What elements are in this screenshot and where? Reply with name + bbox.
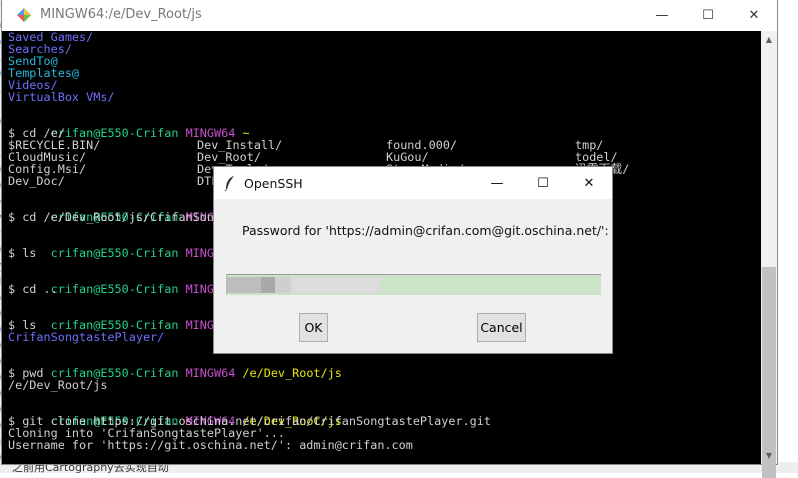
terminal-title: MINGW64:/e/Dev_Root/js bbox=[40, 7, 202, 22]
feather-icon bbox=[224, 176, 234, 191]
obscured-input bbox=[227, 277, 261, 293]
prompt-path: /e/Dev_Root/js bbox=[242, 366, 342, 380]
dialog-maximize-button[interactable]: ☐ bbox=[520, 167, 566, 199]
terminal-title-bar[interactable]: MINGW64:/e/Dev_Root/js — ☐ ✕ bbox=[2, 0, 777, 31]
shell-prompt: crifan@E550-Crifan MINGW64 /e/Dev_Root/j… bbox=[8, 355, 342, 379]
listing-cell: Dev_Doc/ bbox=[8, 174, 65, 188]
password-field[interactable] bbox=[226, 274, 601, 295]
pwd-output: /e/Dev_Root/js bbox=[8, 378, 108, 392]
dialog-close-button[interactable]: ✕ bbox=[566, 167, 612, 199]
minimize-icon: — bbox=[490, 175, 504, 191]
obscured-input bbox=[261, 277, 275, 293]
command-line: $ cd .. bbox=[8, 282, 58, 296]
triangle-up-icon: ▲ bbox=[765, 35, 773, 44]
cancel-button[interactable]: Cancel bbox=[477, 313, 526, 342]
maximize-icon: ☐ bbox=[702, 8, 714, 23]
prompt-user: crifan@E550-Crifan bbox=[50, 282, 179, 296]
terminal-minimize-button[interactable]: — bbox=[639, 0, 685, 31]
dialog-minimize-button[interactable]: — bbox=[474, 167, 520, 199]
prompt-user: crifan@E550-Crifan bbox=[50, 246, 179, 260]
minimize-icon: — bbox=[655, 8, 669, 23]
dir-entry: VirtualBox VMs/ bbox=[8, 90, 115, 104]
terminal-close-button[interactable]: ✕ bbox=[731, 0, 777, 31]
openssh-dialog: OpenSSH — ☐ ✕ Password for 'https://admi… bbox=[214, 167, 612, 353]
prompt-shell: MINGW64 bbox=[185, 366, 236, 380]
scroll-down-button[interactable]: ▼ bbox=[761, 447, 777, 464]
maximize-icon: ☐ bbox=[537, 175, 549, 191]
terminal-maximize-button[interactable]: ☐ bbox=[685, 0, 731, 31]
obscured-input bbox=[291, 277, 381, 293]
terminal-scrollbar[interactable]: ▲ ▼ bbox=[761, 31, 777, 478]
close-icon: ✕ bbox=[748, 8, 760, 23]
dialog-title: OpenSSH bbox=[244, 176, 303, 191]
password-prompt: Password for 'https://admin@crifan.com@g… bbox=[242, 223, 609, 238]
scroll-up-button[interactable]: ▲ bbox=[761, 31, 777, 48]
ok-button[interactable]: OK bbox=[299, 313, 328, 342]
ls-output: CrifanSongtastePlayer/ bbox=[8, 330, 165, 344]
obscured-input bbox=[275, 277, 291, 293]
triangle-down-icon: ▼ bbox=[765, 451, 773, 460]
close-icon: ✕ bbox=[583, 175, 595, 191]
username-prompt: Username for 'https://git.oschina.net/':… bbox=[8, 438, 413, 452]
mingw-logo-icon bbox=[17, 8, 31, 22]
dialog-title-bar[interactable]: OpenSSH — ☐ ✕ bbox=[214, 167, 612, 199]
command-line: $ ls bbox=[8, 246, 37, 260]
